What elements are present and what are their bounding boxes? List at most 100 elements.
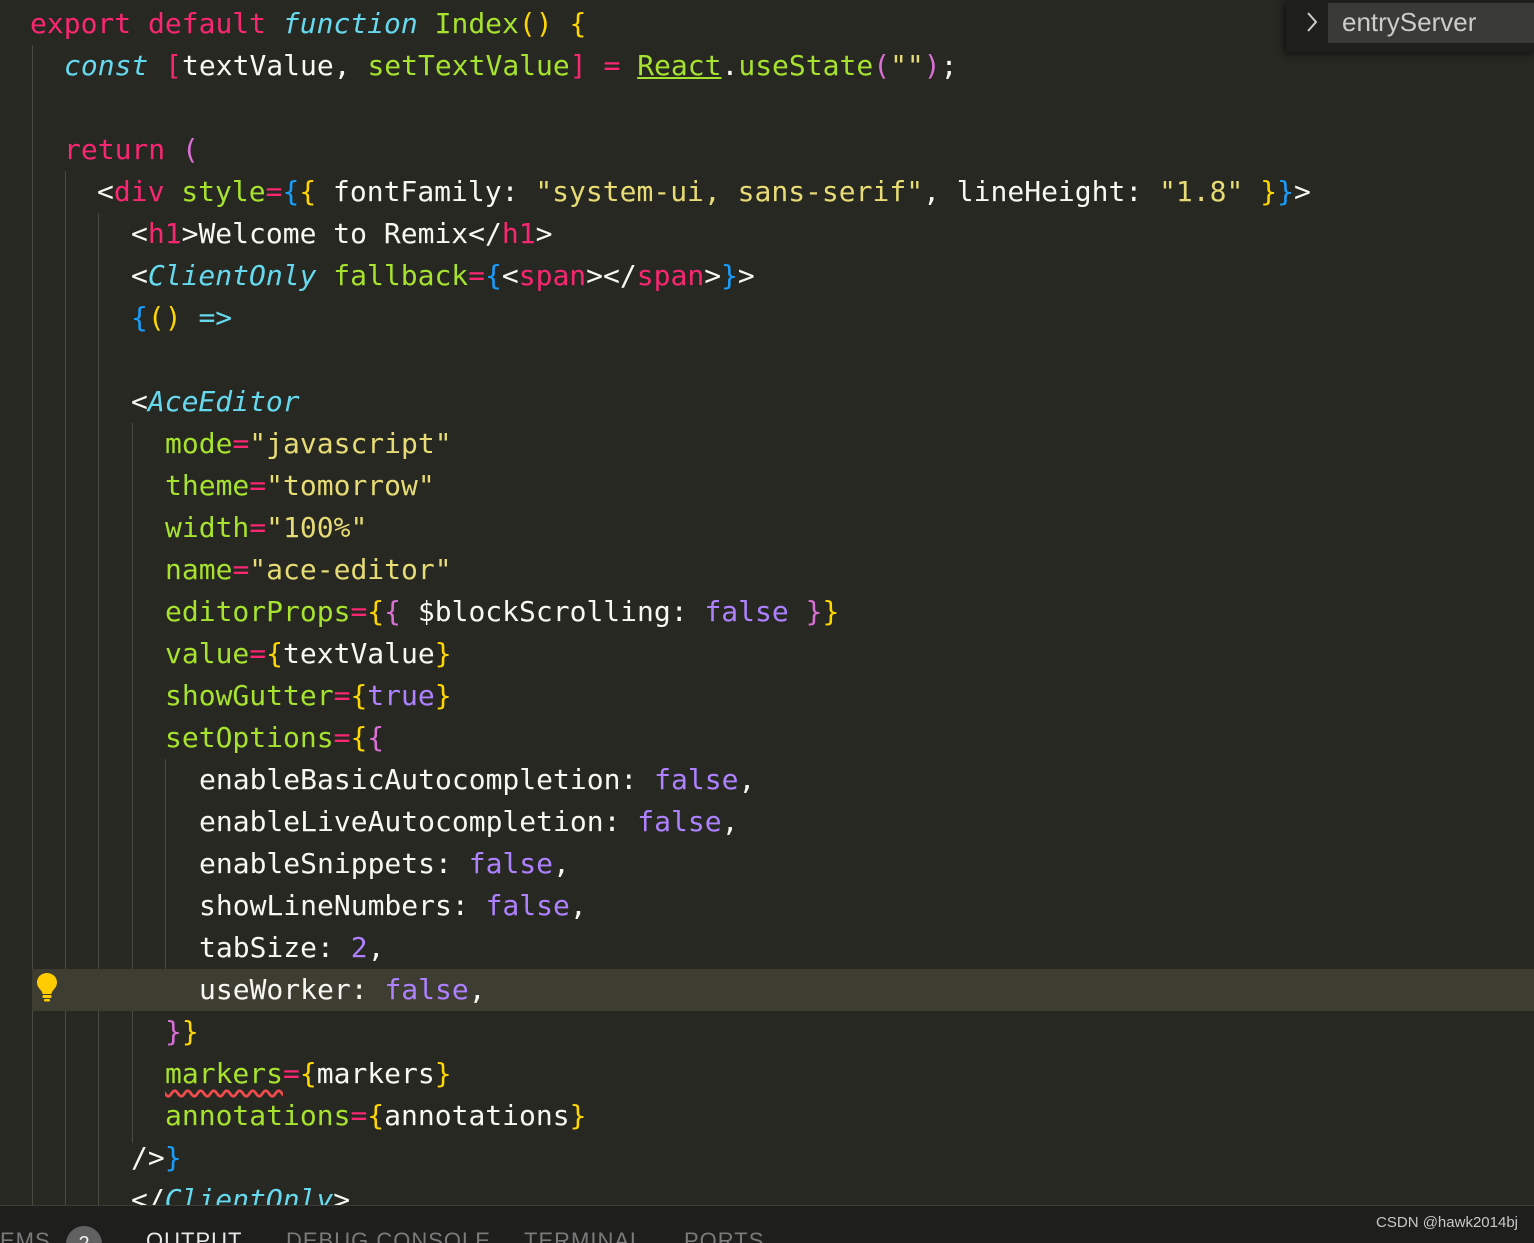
token: span <box>518 259 587 292</box>
token: = <box>232 427 250 460</box>
token: { <box>266 637 284 670</box>
code-line[interactable]: }} <box>0 1011 1534 1053</box>
token: false <box>485 889 570 922</box>
token: { <box>350 721 368 754</box>
token: , <box>721 805 739 838</box>
sticky-scroll-label[interactable]: entryServer <box>1328 3 1534 43</box>
token: markers <box>316 1057 435 1090</box>
token: true <box>367 679 435 712</box>
code-line[interactable]: tabSize: 2, <box>0 927 1534 969</box>
code-line[interactable]: enableSnippets: false, <box>0 843 1534 885</box>
token: = <box>249 469 267 502</box>
token: { <box>350 679 368 712</box>
code-line[interactable]: theme="tomorrow" <box>0 465 1534 507</box>
code-line[interactable]: annotations={annotations} <box>0 1095 1534 1137</box>
token: } <box>805 595 823 628</box>
code-line[interactable]: mode="javascript" <box>0 423 1534 465</box>
token: textValue <box>283 637 435 670</box>
token: style <box>181 175 266 208</box>
token: { <box>131 301 148 334</box>
token: => <box>198 301 233 334</box>
token: } <box>822 595 840 628</box>
tab-problems[interactable]: EMS <box>0 1228 51 1243</box>
token: = <box>350 595 368 628</box>
token: div <box>113 175 165 208</box>
token: fallback <box>333 259 469 292</box>
code-line[interactable]: <ClientOnly fallback={<span></span>}> <box>0 255 1534 297</box>
token: , <box>569 889 587 922</box>
code-line[interactable]: editorProps={{ $blockScrolling: false }} <box>0 591 1534 633</box>
token: "system-ui, sans-serif" <box>535 175 924 208</box>
code-line[interactable]: width="100%" <box>0 507 1534 549</box>
token: "" <box>890 49 924 82</box>
token: mode <box>165 427 233 460</box>
code-line[interactable]: return ( <box>0 129 1534 171</box>
tab-debug-console[interactable]: DEBUG CONSOLE <box>286 1228 491 1243</box>
code-line[interactable]: enableBasicAutocompletion: false, <box>0 759 1534 801</box>
code-line[interactable]: setOptions={{ <box>0 717 1534 759</box>
code-line[interactable]: />} <box>0 1137 1534 1179</box>
token: "1.8" <box>1159 175 1244 208</box>
code-line[interactable]: showGutter={true} <box>0 675 1534 717</box>
token: </ <box>131 1183 165 1205</box>
lightbulb-icon[interactable] <box>36 972 58 1002</box>
token: > <box>535 217 553 250</box>
token: function <box>282 7 418 40</box>
token: React <box>637 49 722 82</box>
token: showGutter <box>165 679 334 712</box>
code-line[interactable]: <h1>Welcome to Remix</h1> <box>0 213 1534 255</box>
token: } <box>181 1015 199 1048</box>
token: setTextValue <box>367 49 570 82</box>
token: showLineNumbers: <box>199 889 469 922</box>
code-line[interactable]: showLineNumbers: false, <box>0 885 1534 927</box>
token: enableBasicAutocompletion: <box>199 763 638 796</box>
code-line[interactable]: <AceEditor <box>0 381 1534 423</box>
tab-terminal[interactable]: TERMINAL <box>524 1228 643 1243</box>
token: 2 <box>350 931 368 964</box>
code-line[interactable]: name="ace-editor" <box>0 549 1534 591</box>
token: > <box>737 259 755 292</box>
token: = <box>333 721 351 754</box>
token: } <box>434 679 452 712</box>
token: value <box>165 637 250 670</box>
token: enableSnippets: <box>199 847 452 880</box>
code-line[interactable]: markers={markers} <box>0 1053 1534 1095</box>
token: useState <box>738 49 874 82</box>
code-line-current[interactable]: useWorker: false, <box>32 969 1534 1011</box>
token: } <box>434 1057 452 1090</box>
token: return <box>64 133 166 166</box>
token: "100%" <box>266 511 368 544</box>
token: editorProps <box>165 595 351 628</box>
token: span <box>636 259 705 292</box>
token: () <box>518 7 553 40</box>
token: { <box>299 175 317 208</box>
token: > <box>704 259 722 292</box>
token: } <box>1260 175 1278 208</box>
token: textValue <box>182 49 334 82</box>
token: [ <box>165 49 183 82</box>
chevron-right-icon[interactable] <box>1304 10 1320 34</box>
code-line[interactable]: value={textValue} <box>0 633 1534 675</box>
tab-ports[interactable]: PORTS <box>684 1228 764 1243</box>
problems-count-badge: 2 <box>66 1226 102 1243</box>
bottom-panel: EMS 2 OUTPUT DEBUG CONSOLE TERMINAL PORT… <box>0 1205 1534 1243</box>
token: ( <box>182 133 199 166</box>
token: false <box>384 973 469 1006</box>
token: () <box>147 301 182 334</box>
code-line[interactable]: </ClientOnly> <box>0 1179 1534 1205</box>
token: = <box>283 1057 300 1090</box>
code-line[interactable]: {() => <box>0 297 1534 339</box>
token: = <box>350 1099 368 1132</box>
token: false <box>468 847 554 880</box>
token: </ <box>468 217 502 250</box>
code-line[interactable]: enableLiveAutocompletion: false, <box>0 801 1534 843</box>
token: annotations <box>384 1099 570 1132</box>
token: , <box>333 49 351 82</box>
token: lineHeight: <box>956 175 1143 208</box>
tab-output[interactable]: OUTPUT <box>146 1228 242 1243</box>
code-line[interactable]: <div style={{ fontFamily: "system-ui, sa… <box>0 171 1534 213</box>
code-editor[interactable]: export default function Index() { const … <box>0 0 1534 1205</box>
sticky-scroll-widget[interactable]: entryServer <box>1286 0 1534 52</box>
token: { <box>485 259 502 292</box>
token: enableLiveAutocompletion: <box>199 805 621 838</box>
